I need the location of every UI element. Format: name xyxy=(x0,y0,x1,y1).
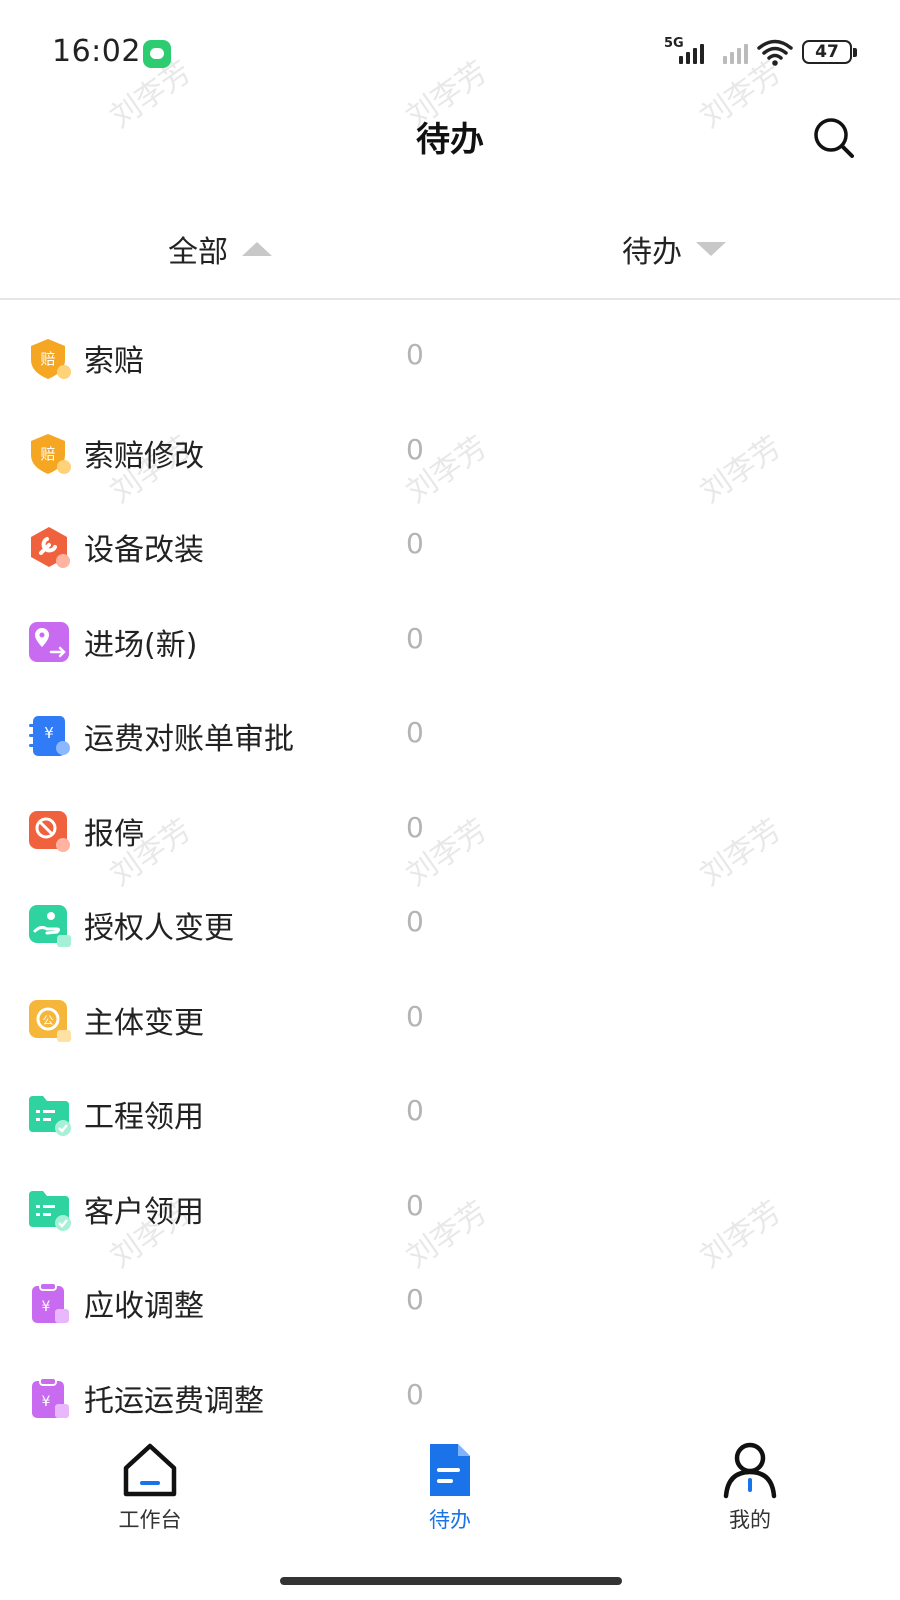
list-item-label: 应收调整 xyxy=(84,1289,204,1324)
todo-list: 赔 索赔 0 赔 索赔修改 0 设备改装 0 进场(新) 0 ¥ 运费对账单审批… xyxy=(0,312,900,1446)
nav-label: 我的 xyxy=(729,1508,771,1532)
search-icon[interactable] xyxy=(812,116,856,160)
claim-edit-shield-icon: 赔 xyxy=(31,433,71,474)
list-item-consignment-freight-adjustment[interactable]: ¥ 托运运费调整 0 xyxy=(0,1352,900,1447)
list-item-count: 0 xyxy=(406,1283,424,1316)
list-item-count: 0 xyxy=(406,716,424,749)
authorize-hand-icon xyxy=(29,905,71,947)
list-item-suspension[interactable]: 报停 0 xyxy=(0,785,900,880)
page-title: 待办 xyxy=(416,120,484,160)
list-item-count: 0 xyxy=(406,999,424,1033)
nav-label: 待办 xyxy=(429,1508,471,1532)
list-item-count: 0 xyxy=(406,338,424,371)
svg-text:赔: 赔 xyxy=(40,445,55,463)
person-icon xyxy=(723,1442,777,1499)
status-filter-dropdown[interactable]: 待办 xyxy=(622,227,726,271)
clipboard-yuan-icon: ¥ xyxy=(32,1282,69,1323)
status-bar: 16:02 5G 47 xyxy=(0,0,900,100)
bottom-nav: 工作台 待办 我的 xyxy=(0,1440,900,1560)
svg-text:¥: ¥ xyxy=(42,1299,51,1315)
chat-app-icon xyxy=(143,40,171,68)
nav-tab-todo[interactable]: 待办 xyxy=(350,1440,550,1534)
list-item-label: 索赔修改 xyxy=(84,438,204,474)
list-item-receivable-adjustment[interactable]: ¥ 应收调整 0 xyxy=(0,1257,900,1352)
folder-check-icon xyxy=(29,1096,71,1136)
clipboard-yuan-icon: ¥ xyxy=(32,1376,69,1418)
list-item-count: 0 xyxy=(406,810,424,844)
location-entry-icon xyxy=(29,621,69,662)
svg-text:公: 公 xyxy=(43,1014,54,1027)
list-item-equipment-modification[interactable]: 设备改装 0 xyxy=(0,501,900,596)
list-item-customer-requisition[interactable]: 客户领用 0 xyxy=(0,1163,900,1258)
filter-bar: 全部 待办 xyxy=(0,205,900,300)
nav-label: 工作台 xyxy=(118,1508,182,1532)
scope-filter-label: 全部 xyxy=(168,235,228,270)
entity-change-icon: 公 xyxy=(29,999,71,1042)
list-item-label: 索赔 xyxy=(84,344,144,379)
list-item-claim-edit[interactable]: 赔 索赔修改 0 xyxy=(0,407,900,502)
list-item-label: 主体变更 xyxy=(84,1005,204,1041)
scope-filter-dropdown[interactable]: 全部 xyxy=(168,227,272,271)
list-item-label: 授权人变更 xyxy=(84,911,234,946)
list-item-claim[interactable]: 赔 索赔 0 xyxy=(0,312,900,407)
list-item-label: 进场(新) xyxy=(84,627,198,663)
list-item-count: 0 xyxy=(406,527,424,560)
list-item-count: 0 xyxy=(406,621,424,655)
wifi-icon xyxy=(757,39,793,66)
svg-text:¥: ¥ xyxy=(44,724,54,742)
stop-sign-icon xyxy=(29,810,70,852)
folder-check-icon xyxy=(29,1190,71,1231)
wrench-hexagon-icon xyxy=(31,527,70,568)
list-item-count: 0 xyxy=(406,432,424,466)
list-item-project-requisition[interactable]: 工程领用 0 xyxy=(0,1068,900,1163)
freight-ledger-icon: ¥ xyxy=(29,716,70,756)
caret-up-icon xyxy=(242,242,272,256)
cellular-signal-secondary-icon xyxy=(712,38,748,66)
list-item-authorized-person-change[interactable]: 授权人变更 0 xyxy=(0,879,900,974)
svg-text:¥: ¥ xyxy=(42,1394,51,1410)
nav-tab-workbench[interactable]: 工作台 xyxy=(50,1440,250,1534)
list-item-count: 0 xyxy=(406,1377,424,1411)
list-item-count: 0 xyxy=(406,1094,424,1127)
svg-text:赔: 赔 xyxy=(40,350,55,368)
list-item-entity-change[interactable]: 公 主体变更 0 xyxy=(0,974,900,1069)
status-filter-label: 待办 xyxy=(622,235,682,270)
list-item-label: 工程领用 xyxy=(84,1100,204,1135)
document-icon xyxy=(430,1444,470,1496)
home-icon xyxy=(123,1443,177,1497)
claim-shield-icon: 赔 xyxy=(31,339,71,379)
caret-down-icon xyxy=(696,242,726,256)
list-item-label: 设备改装 xyxy=(84,533,204,568)
home-indicator-bar[interactable] xyxy=(280,1577,622,1585)
cellular-signal-icon: 5G xyxy=(664,36,704,66)
battery-indicator: 47 xyxy=(802,40,857,64)
list-item-label: 托运运费调整 xyxy=(84,1383,264,1419)
list-item-count: 0 xyxy=(406,905,424,938)
list-item-freight-statement-approval[interactable]: ¥ 运费对账单审批 0 xyxy=(0,690,900,785)
list-item-label: 运费对账单审批 xyxy=(84,722,294,757)
list-item-label: 报停 xyxy=(84,816,144,852)
status-time: 16:02 xyxy=(52,34,141,69)
nav-tab-mine[interactable]: 我的 xyxy=(650,1440,850,1534)
list-item-site-entry[interactable]: 进场(新) 0 xyxy=(0,596,900,691)
list-item-label: 客户领用 xyxy=(84,1194,204,1230)
status-indicators: 5G 47 xyxy=(664,36,857,68)
list-item-count: 0 xyxy=(406,1188,424,1222)
